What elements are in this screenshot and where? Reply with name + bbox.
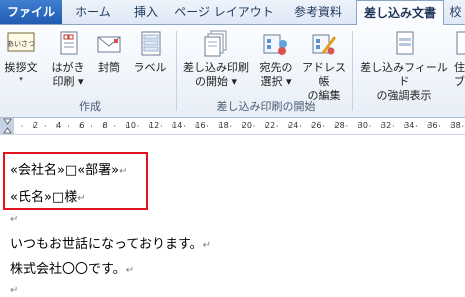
- doc-line-company-department[interactable]: «会社名»□«部署»↵: [10, 159, 128, 178]
- address-block-label-1: 住: [454, 61, 465, 74]
- group-label-create: 作成: [79, 100, 101, 113]
- start-mail-merge-button[interactable]: 差し込み印刷 の開始 ▾: [180, 29, 252, 89]
- address-block-label-2: ブ: [454, 75, 465, 88]
- ruler-number: 18: [218, 121, 229, 130]
- ruler-number: 24: [288, 121, 299, 130]
- select-recipients-button[interactable]: 宛先の 選択 ▾: [254, 29, 298, 89]
- tab-home[interactable]: ホーム: [62, 0, 124, 24]
- doc-line-empty-2[interactable]: ↵: [10, 282, 18, 297]
- ruler-number: 6: [79, 121, 85, 130]
- line-break-mark: ↵: [119, 166, 128, 177]
- ruler-number: 4: [56, 121, 62, 130]
- ruler-number: 26: [311, 121, 322, 130]
- highlight-fields-label-2: の強調表示: [376, 89, 432, 102]
- edit-recipient-list-button[interactable]: アドレス帳 の編集: [298, 29, 350, 103]
- label-label: ラベル: [133, 61, 167, 74]
- doc-line-empty[interactable]: ↵: [10, 211, 18, 226]
- ruler-number: 2: [33, 121, 39, 130]
- ruler-number: 22: [265, 121, 276, 130]
- recipients-icon: [263, 34, 287, 55]
- paragraph-mark: ↵: [10, 285, 19, 296]
- ruler-ticks: [0, 118, 464, 134]
- postcard-icon: [60, 31, 78, 55]
- label-button[interactable]: ラベル: [131, 29, 169, 75]
- tab-page-layout[interactable]: ページ レイアウト: [168, 0, 280, 24]
- ruler-number: 14: [172, 121, 183, 130]
- postcard-print-button[interactable]: はがき 印刷 ▾: [48, 29, 88, 89]
- greeting-dropdown[interactable]: ▾: [2, 75, 40, 83]
- greeting-text: いつもお世話になっております。: [10, 237, 203, 252]
- tab-insert[interactable]: 挿入: [124, 0, 168, 24]
- ruler-number: 34: [404, 121, 415, 130]
- ruler-number: 38: [450, 121, 461, 130]
- edit-list-icon: [312, 34, 337, 55]
- select-recipients-label-1: 宛先の: [259, 61, 293, 74]
- merge-fields-name: «氏名»□様: [10, 190, 78, 205]
- tab-review-partial[interactable]: 校: [446, 0, 465, 24]
- highlight-fields-icon: [396, 31, 414, 55]
- group-separator: [176, 31, 177, 111]
- start-mail-merge-label-2: の開始 ▾: [194, 75, 238, 88]
- postcard-label-2: 印刷 ▾: [52, 75, 84, 88]
- paragraph-mark: ↵: [77, 193, 86, 204]
- document-body[interactable]: «会社名»□«部署»↵ «氏名»□様↵ ↵ いつもお世話になっております。↵ 株…: [0, 135, 465, 297]
- company-intro-text: 株式会社〇〇です。: [10, 262, 126, 277]
- ruler-number: 12: [149, 121, 160, 130]
- doc-line-greeting[interactable]: いつもお世話になっております。↵: [10, 233, 211, 252]
- postcard-label-1: はがき: [51, 61, 85, 74]
- ribbon-tab-bar: ファイル ホーム 挿入 ページ レイアウト 参考資料 差し込み文書 校: [0, 0, 465, 25]
- ruler-number: 16: [195, 121, 206, 130]
- group-label-start-mail-merge: 差し込み印刷の開始: [216, 100, 316, 113]
- tab-file[interactable]: ファイル: [0, 0, 62, 24]
- paragraph-mark: ↵: [202, 240, 212, 251]
- envelope-label: 封筒: [98, 61, 120, 74]
- edit-list-label-1: アドレス帳: [302, 61, 346, 88]
- documents-stack-icon: [204, 30, 227, 57]
- paragraph-mark: ↵: [10, 214, 19, 225]
- ruler-number: 30: [357, 121, 368, 130]
- ribbon-mailings: あいさつ 挨拶文 ▾ はがき 印刷 ▾ 封筒 ラベル 作成 差し込み印刷 の開始…: [0, 25, 465, 118]
- envelope-button[interactable]: 封筒: [92, 29, 126, 75]
- doc-line-name[interactable]: «氏名»□様↵: [10, 186, 86, 205]
- merge-fields-company-department: «会社名»□«部署»: [10, 163, 120, 178]
- group-separator: [352, 31, 353, 111]
- ruler-number: 36: [427, 121, 438, 130]
- greeting-icon: あいさつ: [7, 32, 35, 52]
- ruler-number: 10: [125, 121, 136, 130]
- highlight-merge-fields-button[interactable]: 差し込みフィールド の強調表示: [356, 29, 452, 103]
- doc-line-company[interactable]: 株式会社〇〇です。↵: [10, 258, 134, 277]
- horizontal-ruler[interactable]: 2 4 6 8 10 12 14 16 18 20 22 24 26 28 30 32 34 36 38: [0, 118, 465, 135]
- highlight-fields-label-1: 差し込みフィールド: [360, 61, 448, 88]
- greeting-label: 挨拶文: [4, 61, 38, 74]
- address-block-icon: [456, 31, 465, 55]
- ruler-number: 8: [102, 121, 108, 130]
- start-mail-merge-label-1: 差し込み印刷: [183, 61, 249, 74]
- ruler-number: 32: [381, 121, 392, 130]
- paragraph-mark: ↵: [125, 265, 135, 276]
- tab-references[interactable]: 参考資料: [280, 0, 356, 24]
- greeting-icon-badge: あいさつ: [7, 40, 35, 48]
- tab-mailings[interactable]: 差し込み文書: [356, 0, 444, 25]
- select-recipients-label-2: 選択 ▾: [260, 75, 292, 88]
- greeting-button[interactable]: あいさつ 挨拶文 ▾: [2, 29, 40, 83]
- address-block-button-partial[interactable]: 住 ブ: [454, 29, 465, 89]
- label-sheet-icon: [141, 31, 161, 56]
- ruler-number: 20: [241, 121, 252, 130]
- ruler-number: 28: [334, 121, 345, 130]
- envelope-icon: [97, 36, 121, 53]
